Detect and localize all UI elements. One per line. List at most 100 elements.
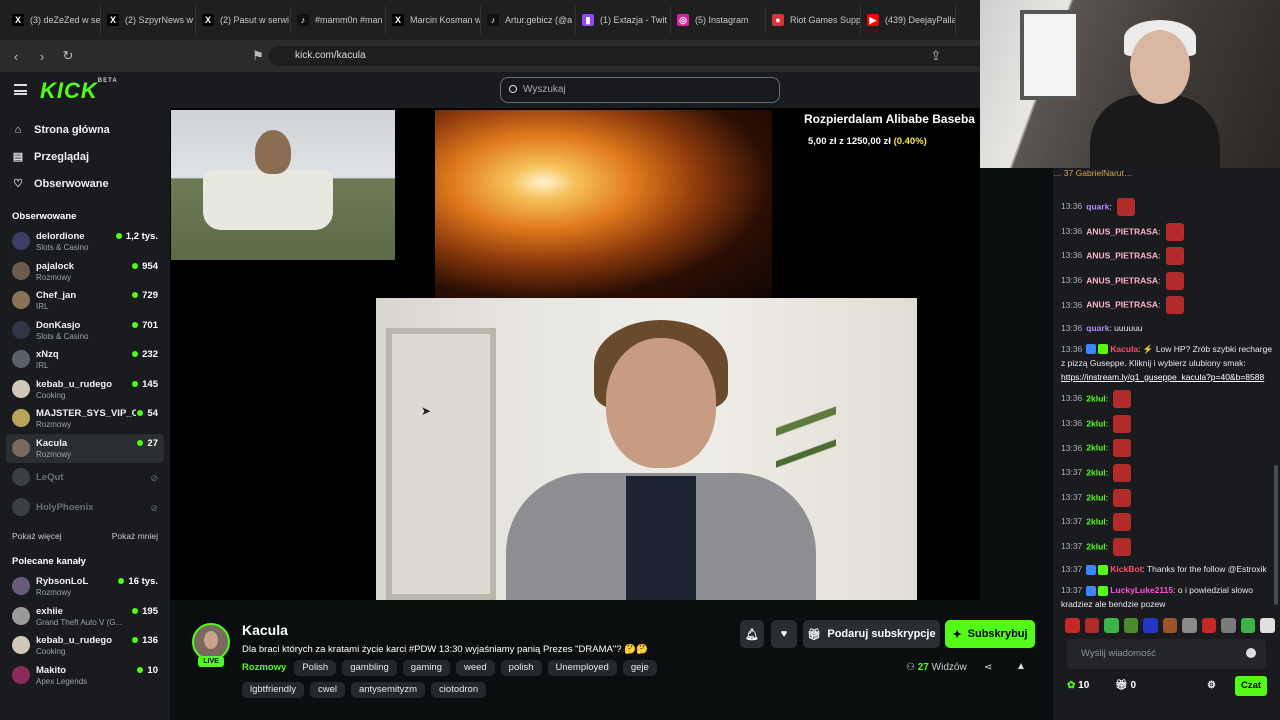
subscribe-button[interactable]: ✦ Subskrybuj <box>945 620 1035 648</box>
notification-bell-button[interactable]: 🔔︎ <box>740 620 764 648</box>
sidebar-channel-item[interactable]: DonKasjo Slots & Casino 701 <box>0 316 170 346</box>
search-input[interactable]: Wyszukaj <box>500 77 780 103</box>
chat-username[interactable]: 2klul <box>1086 443 1105 453</box>
chat-settings-icon[interactable]: ⚙ <box>1207 680 1216 691</box>
reload-icon[interactable]: ↻ <box>58 48 78 64</box>
kick-logo[interactable]: KICKBETA <box>40 78 118 104</box>
viewers-icon: ⚇ <box>906 662 915 673</box>
browser-tab[interactable]: ● Riot Games Supp <box>766 6 861 34</box>
chat-username[interactable]: 2klul <box>1086 467 1105 477</box>
sidebar-channel-item[interactable]: MAJSTER_SYS_VIP_C Rozmowy 54 <box>0 404 170 434</box>
sidebar-channel-item[interactable]: kebab_u_rudego Cooking 145 <box>0 375 170 405</box>
emote-shortcut-icon[interactable] <box>1104 618 1119 633</box>
chat-username[interactable]: Kacula <box>1110 344 1138 354</box>
share-icon[interactable]: ⋖ <box>984 662 992 673</box>
gift-counter[interactable]: 🎁︎ 0 <box>1115 680 1136 691</box>
emote-shortcut-icon[interactable] <box>1123 618 1139 633</box>
browser-tab[interactable]: ♪ #mamm0n #man <box>291 6 386 34</box>
emote-shortcut-icon[interactable] <box>1240 618 1256 633</box>
stream-tag[interactable]: Unemployed <box>547 660 617 676</box>
stream-tag[interactable]: polish <box>500 660 542 676</box>
gift-subs-button[interactable]: 🎁︎ Podaruj subskrypcje <box>803 620 940 648</box>
chat-username[interactable]: KickBot <box>1110 564 1142 574</box>
chat-username[interactable]: ANUS_PIETRASA <box>1086 226 1158 236</box>
bookmark-icon[interactable]: ⚑ <box>248 48 268 64</box>
stream-tag[interactable]: antysemityzm <box>350 682 426 698</box>
stream-tag[interactable]: gaming <box>402 660 450 676</box>
forward-icon[interactable]: › <box>32 49 52 64</box>
emote-shortcut-icon[interactable] <box>1084 618 1100 633</box>
channel-avatar <box>12 577 30 595</box>
chat-username[interactable]: quark <box>1086 323 1109 333</box>
channel-avatar <box>12 291 30 309</box>
share-page-icon[interactable]: ⇪ <box>926 48 946 64</box>
chat-username[interactable]: 2klul <box>1086 393 1105 403</box>
chat-link[interactable]: https://instream.ly/q1_guseppe_kacula?p=… <box>1061 372 1264 382</box>
stream-tag[interactable]: gambling <box>342 660 397 676</box>
browser-tab[interactable]: ♪ Artur.gebicz (@a <box>481 6 576 34</box>
show-more-link[interactable]: Pokaż więcej <box>12 522 62 550</box>
browser-tab[interactable]: ◎ (5) Instagram <box>671 6 766 34</box>
stream-tag[interactable]: Polish <box>294 660 337 676</box>
sidebar-channel-item[interactable]: exhiie Grand Theft Auto V (G... 195 <box>0 602 170 632</box>
stream-tag[interactable]: cwel <box>309 682 345 698</box>
sidebar-channel-item[interactable]: Chef_jan IRL 729 <box>0 286 170 316</box>
browser-tab[interactable]: X (2) Pasut w serwi <box>196 6 291 34</box>
chat-username[interactable]: ANUS_PIETRASA <box>1086 300 1158 310</box>
emote-shortcut-icon[interactable] <box>1065 618 1080 633</box>
emote-shortcut-icon[interactable] <box>1162 618 1178 633</box>
chat-username[interactable]: 2klul <box>1086 541 1105 551</box>
chat-send-button[interactable]: Czat <box>1235 676 1267 696</box>
browser-tab-label: (2) Pasut w serwi <box>220 15 290 25</box>
browser-tab[interactable]: X (3) deZeZed w se <box>6 6 101 34</box>
channel-points[interactable]: ✿ 10 <box>1067 680 1089 691</box>
emote-shortcut-icon[interactable] <box>1260 618 1276 633</box>
chat-username[interactable]: 2klul <box>1086 516 1105 526</box>
back-icon[interactable]: ‹ <box>6 49 26 64</box>
url-field[interactable]: kick.com/kacula <box>268 46 988 66</box>
chat-username[interactable]: LuckyLuke2115 <box>1110 585 1173 595</box>
sidebar-channel-item[interactable]: kebab_u_rudego Cooking 136 <box>0 631 170 661</box>
chat-username[interactable]: ANUS_PIETRASA <box>1086 275 1158 285</box>
emote-shortcut-icon[interactable] <box>1182 618 1197 633</box>
browser-tab[interactable]: X (2) SzpyrNews w <box>101 6 196 34</box>
chat-footer: ✿ 10 🎁︎ 0 ⚙ Czat <box>1067 676 1273 698</box>
hamburger-menu-icon[interactable] <box>14 84 27 95</box>
sidebar-channel-offline[interactable]: LeQut ⊘ <box>0 463 170 493</box>
emote-shortcut-icon[interactable] <box>1201 618 1217 633</box>
show-less-link[interactable]: Pokaż mniej <box>112 522 158 550</box>
sidebar-channel-item[interactable]: delordione Slots & Casino 1,2 tys. <box>0 227 170 257</box>
sidebar-nav-item[interactable]: ⌂ Strona główna <box>0 116 170 143</box>
sidebar-nav-item[interactable]: ♡ Obserwowane <box>0 170 170 197</box>
video-player[interactable]: Rozpierdalam Alibabe Baseba 5,00 zł z 12… <box>170 108 980 600</box>
browser-tab[interactable]: X Marcin Kosman w <box>386 6 481 34</box>
emoji-picker-icon[interactable] <box>1246 648 1256 658</box>
emote-shortcut-icon[interactable] <box>1143 618 1158 633</box>
sidebar-nav-item[interactable]: ▤ Przeglądaj <box>0 143 170 170</box>
sidebar-channel-item[interactable]: Makito Apex Legends 10 <box>0 661 170 691</box>
sidebar-channel-item[interactable]: pajalock Rozmowy 954 <box>0 257 170 287</box>
chat-username[interactable]: 2klul <box>1086 418 1105 428</box>
stream-tag[interactable]: ciotodron <box>431 682 487 698</box>
streamer-name[interactable]: Kacula <box>242 622 288 638</box>
stream-tag[interactable]: geje <box>622 660 657 676</box>
stream-category[interactable]: Rozmowy <box>242 660 286 676</box>
stream-tag[interactable]: weed <box>455 660 495 676</box>
browser-tab[interactable]: ▶ (439) DeejayPalla <box>861 6 956 34</box>
sidebar-channel-offline[interactable]: HolyPhoenix ⊘ <box>0 493 170 523</box>
sidebar-channel-item[interactable]: Kacula Rozmowy 27 <box>6 433 164 463</box>
chat-username[interactable]: quark <box>1086 201 1109 211</box>
stream-tag[interactable]: lgbtfriendly <box>242 682 304 698</box>
browser-tab[interactable]: ▮ (1) Extazja - Twit <box>576 6 671 34</box>
report-icon[interactable]: ▲ <box>1016 661 1026 672</box>
sidebar-channel-item[interactable]: xNzq IRL 232 <box>0 345 170 375</box>
chat-message-input[interactable]: Wyślij wiadomość <box>1067 639 1266 669</box>
chat-username[interactable]: ANUS_PIETRASA <box>1086 250 1158 260</box>
follow-button[interactable]: ♥ <box>771 620 797 648</box>
chat-message: 13:37 2klul: <box>1061 463 1273 482</box>
sidebar-channel-item[interactable]: RybsonLoL Rozmowy 16 tys. <box>0 572 170 602</box>
chat-scrollbar[interactable] <box>1274 465 1278 605</box>
chat-badge-icon <box>1098 585 1109 596</box>
emote-shortcut-icon[interactable] <box>1221 618 1236 633</box>
chat-username[interactable]: 2klul <box>1086 492 1105 502</box>
